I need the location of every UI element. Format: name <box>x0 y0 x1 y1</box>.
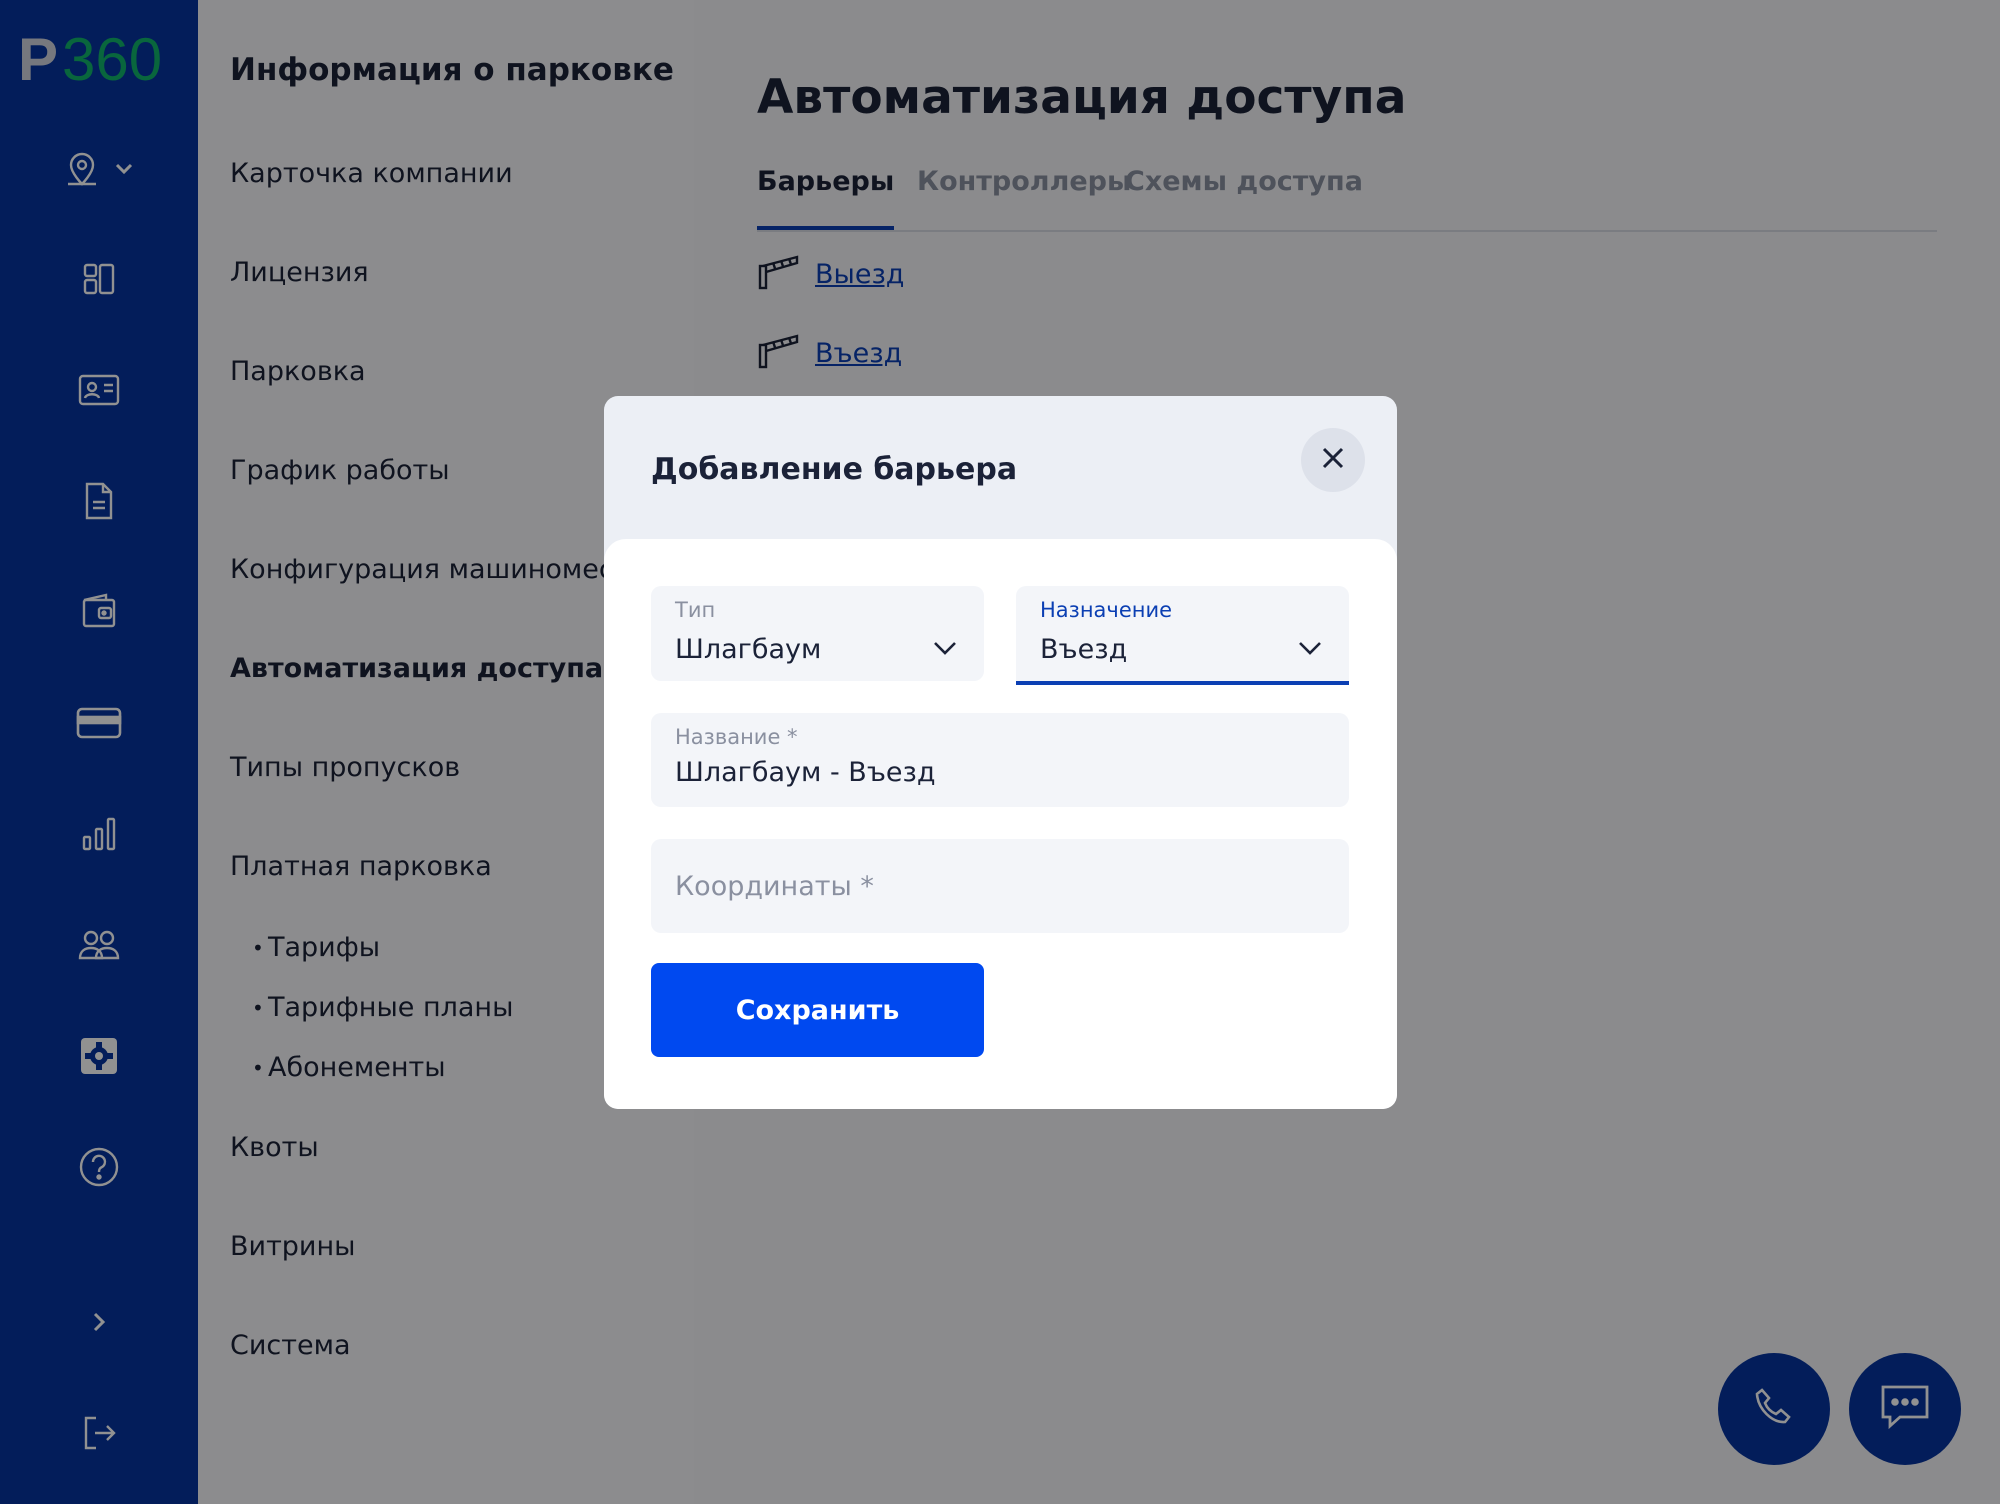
purpose-select-label: Назначение <box>1040 598 1173 622</box>
save-button[interactable]: Сохранить <box>651 963 984 1057</box>
type-select-value: Шлагбаум <box>675 634 822 665</box>
close-button[interactable] <box>1301 428 1365 492</box>
purpose-select-value: Въезд <box>1040 634 1128 665</box>
dialog-title: Добавление барьера <box>651 452 1018 487</box>
close-icon <box>1320 445 1346 475</box>
coordinates-field[interactable]: Координаты * <box>651 839 1349 933</box>
coordinates-field-placeholder: Координаты * <box>675 871 874 902</box>
type-select[interactable]: Тип Шлагбаум <box>651 586 984 681</box>
purpose-select[interactable]: Назначение Въезд <box>1016 586 1349 685</box>
chevron-down-icon <box>1297 640 1323 660</box>
chevron-down-icon <box>932 640 958 660</box>
name-field-label: Название * <box>675 725 798 749</box>
name-field[interactable]: Название * Шлагбаум - Въезд <box>651 713 1349 807</box>
name-field-value: Шлагбаум - Въезд <box>675 757 936 788</box>
type-select-label: Тип <box>675 598 716 622</box>
dialog-body: Тип Шлагбаум Назначение Въезд Название *… <box>604 539 1397 1109</box>
add-barrier-dialog: Добавление барьера Тип Шлагбаум Назначен… <box>604 396 1397 1109</box>
